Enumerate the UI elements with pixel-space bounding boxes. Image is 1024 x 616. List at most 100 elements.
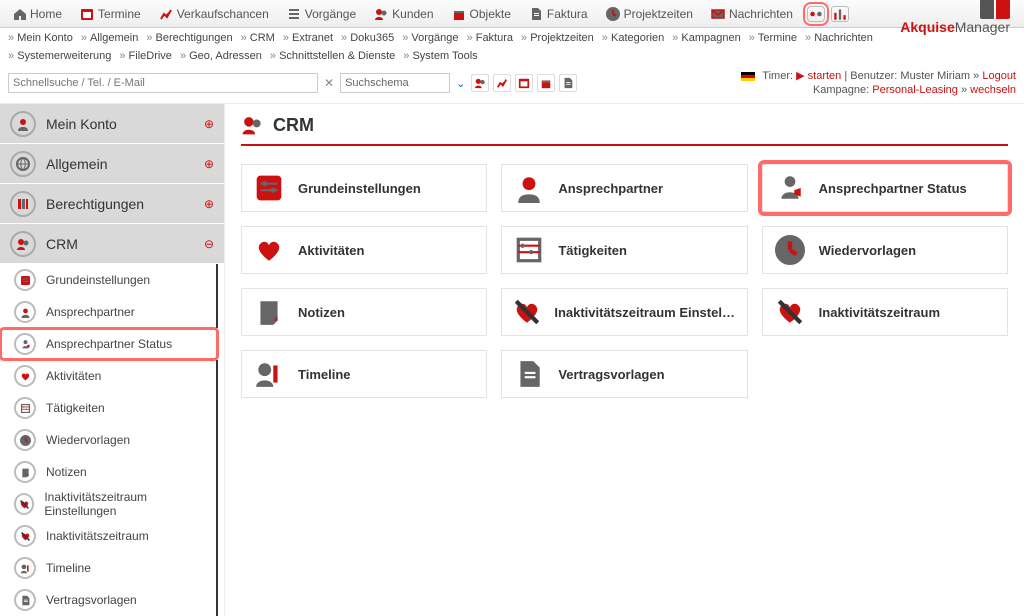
sidebar-item-label: Vertragsvorlagen xyxy=(46,593,137,607)
expand-icon xyxy=(204,117,214,131)
nav-termine[interactable]: Termine xyxy=(72,4,149,24)
sidebar-item-ansprechpartner[interactable]: Ansprechpartner xyxy=(0,296,218,328)
sidebar-item-ansprechpartner-status[interactable]: Ansprechpartner Status xyxy=(0,328,218,360)
nav-objekte[interactable]: Objekte xyxy=(444,4,519,24)
crumb-link[interactable]: Termine xyxy=(749,30,797,46)
sidebar-item-label: Grundeinstellungen xyxy=(46,273,150,287)
sidebar-item-t-tigkeiten[interactable]: Tätigkeiten xyxy=(0,392,218,424)
search-clear[interactable]: ✕ xyxy=(324,76,334,90)
noheart-icon xyxy=(512,297,542,327)
crumb-link[interactable]: Kategorien xyxy=(602,30,664,46)
noheart-icon xyxy=(19,499,30,510)
clock-icon xyxy=(775,235,805,265)
expand-icon xyxy=(204,197,214,211)
crumb-link[interactable]: Doku365 xyxy=(341,30,394,46)
sidebar-item-label: Inaktivitätszeitraum Einstellungen xyxy=(44,490,206,518)
tile-label: Aktivitäten xyxy=(298,243,364,258)
abacus-icon xyxy=(20,403,31,414)
crumb-link[interactable]: Extranet xyxy=(283,30,333,46)
timer-start-link[interactable]: starten xyxy=(808,70,842,82)
user-badge-icon xyxy=(775,173,805,203)
sidebar-section-mein konto[interactable]: Mein Konto xyxy=(0,104,224,144)
nav-nachrichten[interactable]: Nachrichten xyxy=(703,4,801,24)
sidebar-item-notizen[interactable]: Notizen xyxy=(0,456,218,488)
sidebar-item-inaktivit-tszeitraum-einstellungen[interactable]: Inaktivitätszeitraum Einstellungen xyxy=(0,488,218,520)
schema-input[interactable] xyxy=(340,73,450,93)
logo-mark-icon xyxy=(980,0,1010,19)
crumb-link[interactable]: Mein Konto xyxy=(8,30,73,46)
tile-ansprechpartner-status[interactable]: Ansprechpartner Status xyxy=(762,164,1008,212)
nav-vorgänge[interactable]: Vorgänge xyxy=(279,4,364,24)
doc-icon xyxy=(514,359,544,389)
crumb-link[interactable]: Projektzeiten xyxy=(521,30,594,46)
tool-users[interactable] xyxy=(471,74,489,92)
crumb-link[interactable]: FileDrive xyxy=(119,48,172,64)
sidebar-item-timeline[interactable]: Timeline xyxy=(0,552,218,584)
mail-icon xyxy=(711,7,725,21)
tool-gift[interactable] xyxy=(537,74,555,92)
top-extra-bars[interactable] xyxy=(831,6,849,22)
nav-kunden[interactable]: Kunden xyxy=(366,4,441,24)
crumb-link[interactable]: Vorgänge xyxy=(402,30,458,46)
campaign-switch-link[interactable]: wechseln xyxy=(970,84,1016,96)
nav-label: Home xyxy=(30,7,62,21)
campaign-name: Personal-Leasing xyxy=(872,84,958,96)
tile-t-tigkeiten[interactable]: Tätigkeiten xyxy=(501,226,747,274)
timeline-icon xyxy=(254,359,284,389)
dots-icon xyxy=(808,6,824,22)
schema-toggle[interactable]: ⌄ xyxy=(456,77,465,90)
noheart-icon xyxy=(20,531,31,542)
crumb-link[interactable]: Berechtigungen xyxy=(146,30,232,46)
crumb-link[interactable]: CRM xyxy=(241,30,275,46)
calendar-icon xyxy=(80,7,94,21)
breadcrumb-row-2: Systemerweiterung FileDrive Geo, Adressen S… xyxy=(0,46,1024,66)
tool-doc[interactable] xyxy=(559,74,577,92)
tile-timeline[interactable]: Timeline xyxy=(241,350,487,398)
sidebar-item-label: Inaktivitätszeitraum xyxy=(46,529,149,543)
sliders-icon xyxy=(20,275,31,286)
sidebar-item-grundeinstellungen[interactable]: Grundeinstellungen xyxy=(0,264,218,296)
nav-label: Projektzeiten xyxy=(624,7,693,21)
doc-icon xyxy=(20,595,31,606)
gift-icon xyxy=(452,7,466,21)
sidebar-section-berechtigungen[interactable]: Berechtigungen xyxy=(0,184,224,224)
sidebar-item-wiedervorlagen[interactable]: Wiedervorlagen xyxy=(0,424,218,456)
tile-inaktivit-tszeitraum[interactable]: Inaktivitätszeitraum xyxy=(762,288,1008,336)
sidebar-section-allgemein[interactable]: Allgemein xyxy=(0,144,224,184)
crumb-link[interactable]: Kampagnen xyxy=(672,30,741,46)
tile-aktivit-ten[interactable]: Aktivitäten xyxy=(241,226,487,274)
tile-vertragsvorlagen[interactable]: Vertragsvorlagen xyxy=(501,350,747,398)
crumb-link[interactable]: Schnittstellen & Dienste xyxy=(270,48,395,64)
nav-faktura[interactable]: Faktura xyxy=(521,4,596,24)
nav-projektzeiten[interactable]: Projektzeiten xyxy=(598,4,701,24)
crumb-link[interactable]: Faktura xyxy=(467,30,513,46)
tile-grundeinstellungen[interactable]: Grundeinstellungen xyxy=(241,164,487,212)
sidebar-item-inaktivit-tszeitraum[interactable]: Inaktivitätszeitraum xyxy=(0,520,218,552)
sidebar-section-crm[interactable]: CRM xyxy=(0,224,224,264)
crumb-link[interactable]: Nachrichten xyxy=(805,30,873,46)
tile-wiedervorlagen[interactable]: Wiedervorlagen xyxy=(762,226,1008,274)
tile-inaktivit-tszeitraum-einstellungen[interactable]: Inaktivitätszeitraum Einstellungen xyxy=(501,288,747,336)
crumb-link[interactable]: Allgemein xyxy=(81,30,139,46)
quicksearch-input[interactable] xyxy=(8,73,318,93)
nav-home[interactable]: Home xyxy=(4,4,70,24)
logout-link[interactable]: Logout xyxy=(982,70,1016,82)
sidebar-item-label: Ansprechpartner xyxy=(46,305,135,319)
crumb-link[interactable]: System Tools xyxy=(403,48,477,64)
sidebar-item-vertragsvorlagen[interactable]: Vertragsvorlagen xyxy=(0,584,218,616)
users-icon xyxy=(241,114,263,136)
tile-notizen[interactable]: Notizen xyxy=(241,288,487,336)
tile-label: Notizen xyxy=(298,305,345,320)
tool-chart[interactable] xyxy=(493,74,511,92)
top-extra-highlight[interactable] xyxy=(807,6,825,22)
clock-icon xyxy=(20,435,31,446)
tool-calendar[interactable] xyxy=(515,74,533,92)
crumb-link[interactable]: Systemerweiterung xyxy=(8,48,111,64)
sidebar-item-aktivit-ten[interactable]: Aktivitäten xyxy=(0,360,218,392)
tile-ansprechpartner[interactable]: Ansprechpartner xyxy=(501,164,747,212)
note-icon xyxy=(254,297,284,327)
nav-verkaufschancen[interactable]: Verkaufschancen xyxy=(151,4,277,24)
nav-label: Termine xyxy=(98,7,141,21)
crumb-link[interactable]: Geo, Adressen xyxy=(180,48,262,64)
toolbar-icons xyxy=(471,74,577,92)
